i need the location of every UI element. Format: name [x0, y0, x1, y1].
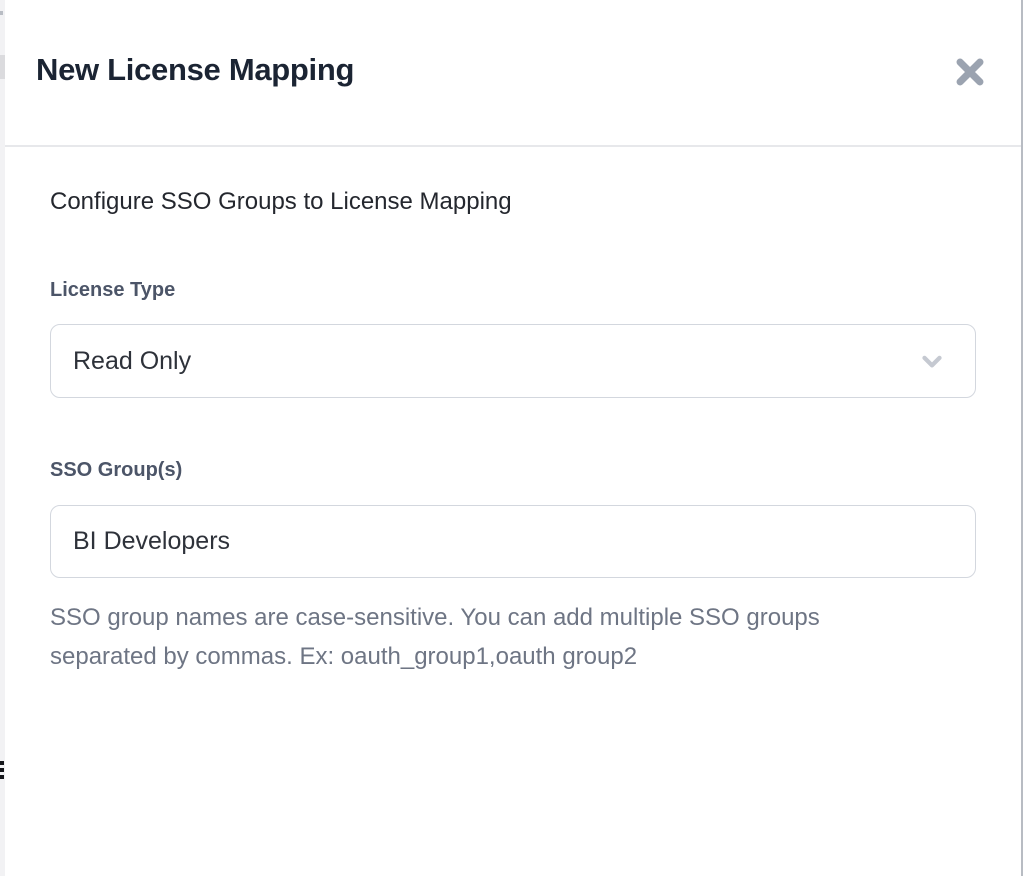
page-edge-right: [1021, 0, 1023, 876]
close-icon: [953, 55, 987, 89]
help-text-line: SSO group names are case-sensitive. You …: [50, 598, 820, 637]
sso-groups-help-text: SSO group names are case-sensitive. You …: [50, 598, 820, 676]
sso-groups-label: SSO Group(s): [50, 457, 182, 483]
license-type-selected-value: Read Only: [73, 347, 191, 376]
help-text-line: separated by commas. Ex: oauth_group1,oa…: [50, 637, 820, 676]
license-type-select[interactable]: Read Only: [50, 324, 976, 398]
header-divider: [5, 145, 1021, 147]
chevron-down-icon: [917, 346, 947, 376]
modal-title: New License Mapping: [36, 50, 354, 90]
menu-icon-edge: [0, 775, 4, 779]
modal-subtitle: Configure SSO Groups to License Mapping: [50, 184, 512, 220]
new-license-mapping-modal: New License Mapping Configure SSO Groups…: [5, 0, 1021, 876]
modal-header: New License Mapping: [5, 0, 1021, 145]
menu-icon-edge: [0, 761, 4, 765]
page-edge-artifact: [0, 11, 3, 15]
sso-groups-input[interactable]: [50, 505, 976, 578]
screen: New License Mapping Configure SSO Groups…: [0, 0, 1028, 876]
close-button[interactable]: [948, 50, 992, 94]
license-type-label: License Type: [50, 277, 175, 303]
menu-icon-edge: [0, 768, 4, 772]
